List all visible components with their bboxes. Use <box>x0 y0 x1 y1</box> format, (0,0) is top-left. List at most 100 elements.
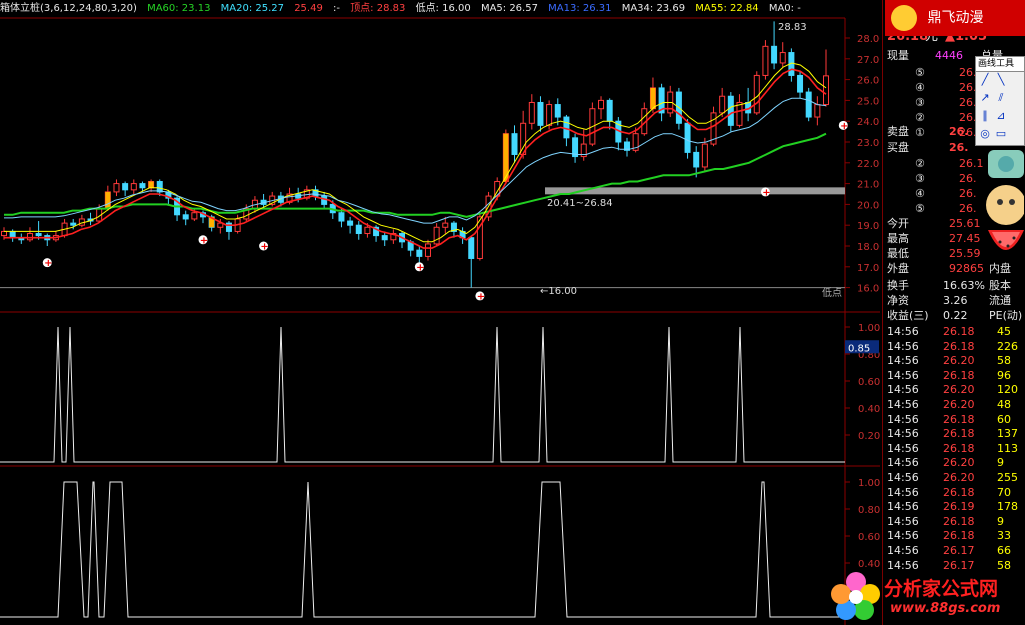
tick-row: 14:56 26.20 120 <box>885 383 1023 397</box>
candle-body <box>130 183 137 191</box>
tick-price: 26.20 <box>943 456 975 470</box>
tick-price: 26.18 <box>943 368 975 382</box>
sub1-tick-label: 0.20 <box>858 431 880 442</box>
candle-body <box>26 233 33 241</box>
drawing-toolbox[interactable]: 画线工具 ╱ ╲ ↗ ⫽ ∥ ⊿ ◎ ▭ <box>975 56 1025 146</box>
candle-body <box>191 212 198 220</box>
ma55-value: MA55: 22.84 <box>695 3 759 14</box>
price-tick-label: 20.00 <box>857 200 880 211</box>
candle-body <box>424 243 431 257</box>
candle-body <box>684 122 691 153</box>
signal-plus: + <box>477 291 485 302</box>
tick-time: 14:56 <box>887 500 919 514</box>
tick-volume: 9 <box>997 456 1004 470</box>
breakout-candle <box>148 181 154 188</box>
watermark-logo: 分析家公式网 www.88gs.com <box>826 568 1025 625</box>
candle-body <box>762 45 769 76</box>
candle-body <box>182 214 189 220</box>
tick-volume: 66 <box>997 544 1011 557</box>
watermark-url: www.88gs.com <box>890 601 1001 616</box>
kline-chart[interactable]: 28.00 27.00 26.00 25.00 24.00 23.00 22.00 21.00… <box>0 0 880 625</box>
tick-time: 14:56 <box>887 485 919 499</box>
candle-body <box>554 104 561 118</box>
line-tool-icon[interactable]: ╱ <box>978 73 992 87</box>
candle-body <box>537 101 544 126</box>
circle-tool-icon[interactable]: ◎ <box>978 127 992 141</box>
candlestick-series <box>1 21 829 288</box>
sub2-signal-line <box>0 481 845 618</box>
price-tick-label: 18.00 <box>857 242 880 253</box>
candle-body <box>814 104 821 118</box>
price-tick-label: 21.00 <box>857 180 880 191</box>
candle-body <box>225 222 232 232</box>
signal-plus: + <box>200 235 208 246</box>
candle-body <box>139 183 146 189</box>
sub1-tick-label: 0.60 <box>858 377 880 388</box>
candle-body <box>364 226 371 235</box>
fund-value: 16.63% <box>943 279 985 292</box>
tick-row: 14:56 26.18 113 <box>885 442 1023 456</box>
tick-row: 14:56 26.20 48 <box>885 398 1023 412</box>
tick-row: 14:56 26.17 66 <box>885 544 1023 558</box>
candle-body <box>338 212 345 222</box>
signal-plus: + <box>762 187 770 198</box>
tick-row: 14:56 26.20 9 <box>885 456 1023 470</box>
candle-body <box>753 74 760 114</box>
signal-plus: + <box>416 262 424 273</box>
tick-row: 14:56 26.18 137 <box>885 427 1023 441</box>
tick-time: 14:56 <box>887 441 919 455</box>
box-range-label: 20.41~26.84 <box>547 198 613 209</box>
candle-body <box>35 233 42 237</box>
fund-value: 3.26 <box>943 294 968 307</box>
tick-volume: 9 <box>997 514 1004 528</box>
stat-value: 27.45 <box>949 232 981 245</box>
fund-label-2: 流通 <box>989 294 1011 307</box>
ray-tool-icon[interactable]: ╲ <box>994 73 1008 87</box>
stat-label: 最低 <box>887 247 909 260</box>
level-price: 26. <box>959 172 977 185</box>
tick-time: 14:56 <box>887 456 919 470</box>
tick-price: 26.18 <box>943 485 975 499</box>
sub1-tick-label: 0.40 <box>858 404 880 415</box>
ma20-value: MA20: 25.27 <box>220 3 284 14</box>
level-price: 26. <box>959 187 977 200</box>
channel-tool-icon[interactable]: ⫽ <box>994 91 1008 105</box>
candle-body <box>598 99 605 110</box>
breakout-candle <box>105 191 111 209</box>
price-tick-label: 27.00 <box>857 55 880 66</box>
rect-tool-icon[interactable]: ▭ <box>994 127 1008 141</box>
candle-body <box>113 183 120 193</box>
indicator-panel-1: 1.000.800.600.400.200.85 <box>0 323 880 463</box>
level-number: ④ <box>915 187 925 200</box>
ma13-value: MA13: 26.31 <box>548 3 612 14</box>
tick-time: 14:56 <box>887 325 919 338</box>
fund-row: 净资 3.26 流通 <box>885 294 1023 308</box>
arrow-tool-icon[interactable]: ↗ <box>978 91 992 105</box>
fund-row: 换手 16.63% 股本 <box>885 279 1023 293</box>
candle-body <box>779 52 786 64</box>
tick-time: 14:56 <box>887 383 919 397</box>
tick-time: 14:56 <box>887 471 919 484</box>
tick-price: 26.20 <box>943 398 975 411</box>
candle-body <box>736 101 743 126</box>
tick-volume: 226 <box>997 339 1018 353</box>
indicator-panel-2: 1.000.800.600.40 <box>0 478 880 618</box>
tick-volume: 48 <box>997 398 1011 411</box>
tick-volume: 58 <box>997 354 1011 368</box>
tick-price: 26.18 <box>943 427 975 441</box>
tick-time: 14:56 <box>887 529 919 543</box>
volume-value: 4446 <box>935 49 963 62</box>
tick-price: 26.18 <box>943 339 975 353</box>
parallel-tool-icon[interactable]: ∥ <box>978 109 992 123</box>
candle-body <box>606 99 613 122</box>
candle-body <box>823 75 829 106</box>
tick-volume: 113 <box>997 441 1018 455</box>
indicator-legend-bar: 箱体立桩(3,6,12,24,80,3,20) MA60: 23.13 MA20… <box>0 0 880 18</box>
tick-time: 14:56 <box>887 427 919 441</box>
indicator-name: 箱体立桩(3,6,12,24,80,3,20) <box>0 3 137 14</box>
fan-tool-icon[interactable]: ⊿ <box>994 109 1008 123</box>
brand-top-text: 鼎飞动漫 <box>927 10 984 26</box>
top-point-value: 顶点: 28.83 <box>350 3 406 14</box>
level-price: 26. <box>959 202 977 215</box>
candle-body <box>416 249 423 257</box>
